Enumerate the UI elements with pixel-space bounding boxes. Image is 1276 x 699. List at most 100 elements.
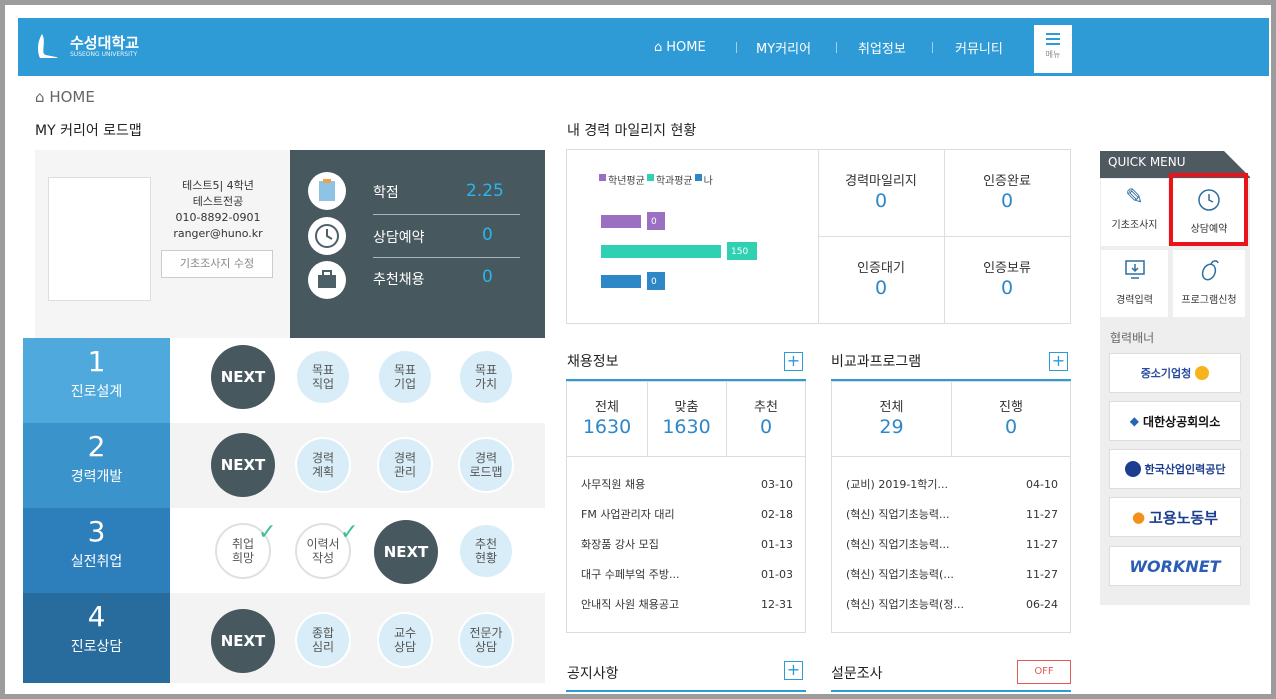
list-item[interactable]: FM 사업관리자 대리 02-18 [581, 499, 793, 529]
stage-number: 3 [87, 515, 106, 548]
list-item[interactable]: (혁신) 직업기초능력... 11-27 [846, 529, 1058, 559]
next-button[interactable]: NEXT [211, 345, 275, 409]
survey-title: 설문조사 [831, 666, 883, 682]
next-button[interactable]: NEXT [211, 433, 275, 497]
expert-counsel-circle[interactable]: 전문가 상담 [458, 612, 514, 668]
programs-all-value[interactable]: 29 [832, 416, 951, 438]
stage-number: 2 [87, 430, 106, 463]
bar-0 [601, 215, 641, 228]
stat-label-counsel[interactable]: 상담예약 [373, 227, 425, 247]
check-icon: ✓ [258, 520, 277, 545]
divider [818, 236, 1071, 237]
jobs-more-button[interactable]: + [784, 352, 803, 371]
legend-swatch [599, 174, 606, 181]
career-manage-circle[interactable]: 경력 관리 [377, 437, 433, 493]
quick-career-input-button[interactable]: 경력입력 [1101, 250, 1168, 317]
pending-label: 인증대기 [857, 261, 905, 276]
banner-moel[interactable]: ● 고용노동부 [1109, 497, 1241, 537]
stats-panel: 학점 2.25 상담예약 0 추천채용 0 [290, 150, 545, 338]
stat-label-recommend[interactable]: 추천채용 [373, 269, 425, 289]
list-item[interactable]: 안내직 사원 채용공고 12-31 [581, 589, 793, 619]
menu-button[interactable]: 메뉴 [1034, 25, 1072, 73]
programs-all-label: 전체 [879, 400, 904, 415]
university-logo-icon [38, 34, 58, 58]
edit-survey-button[interactable]: 기초조사지 수정 [161, 250, 273, 278]
list-item[interactable]: 화장품 강사 모집 01-13 [581, 529, 793, 559]
next-button[interactable]: NEXT [374, 520, 438, 584]
list-item[interactable]: 사무직원 채용 03-10 [581, 469, 793, 499]
nav-divider [836, 42, 837, 53]
list-item[interactable]: (혁신) 직업기초능력(... 11-27 [846, 559, 1058, 589]
list-item[interactable]: (혁신) 직업기초능력(정... 06-24 [846, 589, 1058, 619]
list-item-date: 01-03 [761, 567, 793, 581]
mouse-icon [1173, 258, 1245, 285]
banner-label: WORKNET [1129, 556, 1221, 576]
stage-3[interactable]: 3 실전취업 [23, 508, 170, 593]
banner-hrdkorea[interactable]: 한국산업인력공단 [1109, 449, 1241, 489]
stage-4[interactable]: 4 진로상담 [23, 593, 170, 683]
stage-1[interactable]: 1 진로설계 [23, 338, 170, 423]
mileage-value: 0 [874, 190, 888, 212]
logo-korean-text: 수성대학교 [70, 34, 140, 52]
stage-2[interactable]: 2 경력개발 [23, 423, 170, 508]
certified-value: 0 [1000, 190, 1014, 212]
goal-company-circle[interactable]: 목표 기업 [377, 349, 433, 405]
nav-my-career[interactable]: MY커리어 [756, 18, 811, 76]
pencil-icon: ✎ [1125, 185, 1144, 210]
jobs-match-label: 맞춤 [674, 400, 699, 415]
bar-1 [601, 245, 721, 258]
list-item[interactable]: (교비) 2019-1학기... 04-10 [846, 469, 1058, 499]
survey-status-badge[interactable]: OFF [1017, 660, 1071, 684]
nav-job-info[interactable]: 취업정보 [858, 18, 906, 76]
site-logo[interactable]: 수성대학교 SUSEONG UNIVERSITY [34, 32, 139, 62]
notice-title: 공지사항 [567, 666, 619, 682]
held-value: 0 [1000, 277, 1014, 299]
programs-ongoing-value[interactable]: 0 [951, 416, 1071, 438]
next-button[interactable]: NEXT [211, 609, 275, 673]
goal-value-circle[interactable]: 목표 가치 [458, 349, 514, 405]
programs-summary: 전체 29 진행 0 [831, 381, 1071, 457]
profile-card: 테스트5| 4학년 테스트전공 010-8892-0901 ranger@hun… [35, 150, 290, 338]
psych-test-circle[interactable]: 종합 심리 [295, 612, 351, 668]
hamburger-icon [1046, 33, 1060, 45]
breadcrumb: ⌂ HOME [35, 88, 95, 106]
banner-kcci[interactable]: ◆ 대한상공회의소 [1109, 401, 1241, 441]
jobs-summary: 전체 1630 맞춤 1630 추천 0 [566, 381, 806, 457]
list-item-date: 04-10 [1026, 477, 1058, 491]
professor-counsel-circle[interactable]: 교수 상담 [377, 612, 433, 668]
nav-home-label: HOME [666, 39, 706, 55]
menu-label: 메뉴 [1045, 50, 1061, 59]
highlight-box [1169, 173, 1248, 246]
jobs-match-value[interactable]: 1630 [647, 416, 726, 438]
goal-job-circle[interactable]: 목표 직업 [295, 349, 351, 405]
clock-icon [308, 217, 346, 255]
bar-value-label: 0 [651, 277, 657, 287]
quick-program-apply-button[interactable]: 프로그램신청 [1173, 250, 1245, 317]
notice-more-button[interactable]: + [784, 661, 803, 680]
stage-label: 진로상담 [70, 639, 123, 655]
stage-number: 1 [87, 345, 106, 378]
list-item-title: FM 사업관리자 대리 [581, 508, 675, 521]
jobs-all-value[interactable]: 1630 [567, 416, 647, 438]
pending-value: 0 [874, 277, 888, 299]
jobs-recommend-value[interactable]: 0 [726, 416, 806, 438]
list-item-title: 사무직원 채용 [581, 478, 646, 491]
logo-english-text: SUSEONG UNIVERSITY [70, 51, 138, 58]
profile-name-grade: 테스트5| 4학년 [182, 179, 254, 192]
mileage-title: 내 경력 마일리지 현황 [567, 123, 697, 139]
home-icon: ⌂ [654, 39, 663, 55]
list-item[interactable]: (혁신) 직업기초능력... 11-27 [846, 499, 1058, 529]
recommend-status-circle[interactable]: 추천 현황 [458, 523, 514, 579]
mileage-panel: 학년평균 학과평균 나 0 150 0 경력마일리지 0 인증완료 0 인증대기 0… [566, 149, 1071, 324]
career-plan-circle[interactable]: 경력 계획 [295, 437, 351, 493]
career-roadmap-circle[interactable]: 경력 로드맵 [458, 437, 514, 493]
programs-more-button[interactable]: + [1049, 352, 1068, 371]
nav-home[interactable]: ⌂ HOME [654, 18, 706, 76]
banner-worknet[interactable]: WORKNET [1109, 546, 1241, 586]
bar-value-label: 150 [731, 247, 748, 257]
nav-community[interactable]: 커뮤니티 [955, 18, 1003, 76]
moel-logo-icon: ● [1131, 508, 1146, 526]
list-item[interactable]: 대구 수페부엌 주방... 01-03 [581, 559, 793, 589]
quick-survey-button[interactable]: ✎ 기초조사지 [1101, 179, 1168, 246]
banner-sme-agency[interactable]: 중소기업청 [1109, 353, 1241, 393]
